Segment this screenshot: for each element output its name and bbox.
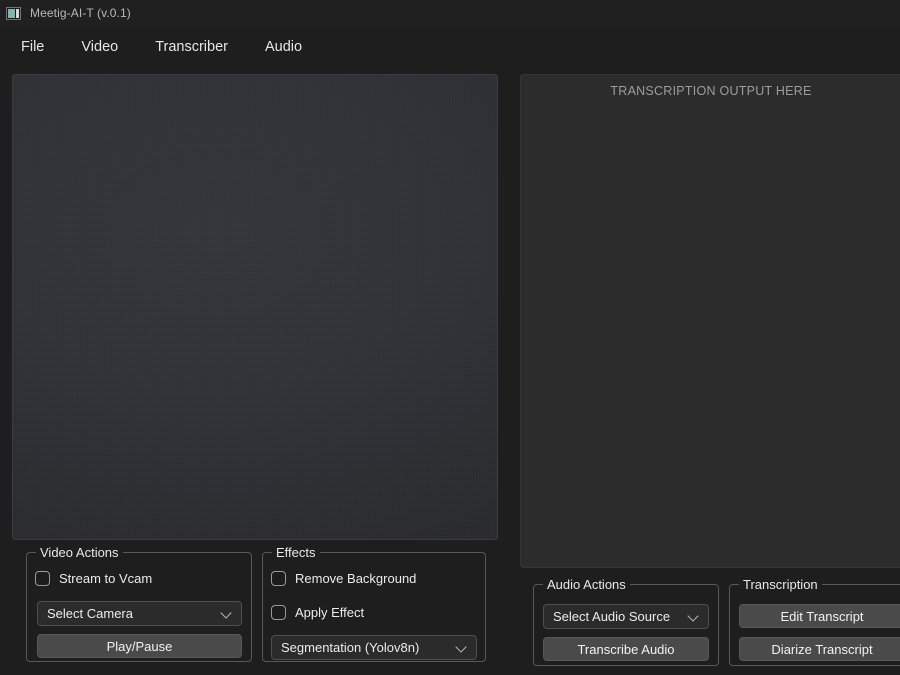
effects-title: Effects (272, 545, 320, 560)
camera-select-value: Select Camera (47, 606, 133, 621)
transcription-output-panel[interactable]: TRANSCRIPTION OUTPUT HERE (520, 74, 900, 568)
menu-bar: File Video Transcriber Audio (0, 26, 900, 67)
menu-audio[interactable]: Audio (255, 36, 312, 58)
app-window-icon (6, 6, 21, 20)
chevron-down-icon (222, 608, 233, 619)
play-pause-button[interactable]: Play/Pause (37, 634, 242, 658)
chevron-down-icon (457, 642, 468, 653)
chevron-down-icon (689, 611, 700, 622)
remove-background-label: Remove Background (295, 571, 417, 586)
stream-to-vcam-row[interactable]: Stream to Vcam (35, 571, 152, 586)
stream-to-vcam-label: Stream to Vcam (59, 571, 153, 586)
apply-effect-label: Apply Effect (295, 605, 365, 620)
title-bar: Meetig-AI-T (v.0.1) (0, 0, 900, 26)
menu-transcriber[interactable]: Transcriber (145, 36, 238, 58)
video-actions-title: Video Actions (36, 545, 123, 560)
remove-background-row[interactable]: Remove Background (271, 571, 416, 586)
audio-actions-title: Audio Actions (543, 577, 630, 592)
effect-select-dropdown[interactable]: Segmentation (Yolov8n) (271, 635, 477, 660)
transcription-title: Transcription (739, 577, 822, 592)
diarize-transcript-button[interactable]: Diarize Transcript (739, 637, 900, 661)
camera-select-dropdown[interactable]: Select Camera (37, 601, 242, 626)
audio-source-select-dropdown[interactable]: Select Audio Source (543, 604, 709, 629)
apply-effect-row[interactable]: Apply Effect (271, 605, 364, 620)
audio-source-select-value: Select Audio Source (553, 609, 671, 624)
transcription-group: Transcription Edit Transcript Diarize Tr… (729, 577, 900, 666)
video-actions-group: Video Actions Stream to Vcam Select Came… (26, 545, 252, 662)
effect-select-value: Segmentation (Yolov8n) (281, 640, 420, 655)
effects-group: Effects Remove Background Apply Effect S… (262, 545, 486, 662)
window-title: Meetig-AI-T (v.0.1) (30, 6, 131, 20)
transcribe-audio-button[interactable]: Transcribe Audio (543, 637, 709, 661)
menu-file[interactable]: File (11, 36, 54, 58)
video-preview-area[interactable] (12, 74, 498, 540)
audio-actions-group: Audio Actions Select Audio Source Transc… (533, 577, 719, 666)
transcription-output-placeholder: TRANSCRIPTION OUTPUT HERE (610, 84, 812, 98)
application-window: Meetig-AI-T (v.0.1) File Video Transcrib… (0, 0, 900, 675)
edit-transcript-button[interactable]: Edit Transcript (739, 604, 900, 628)
apply-effect-checkbox[interactable] (271, 605, 286, 620)
remove-background-checkbox[interactable] (271, 571, 286, 586)
stream-to-vcam-checkbox[interactable] (35, 571, 50, 586)
menu-video[interactable]: Video (71, 36, 128, 58)
